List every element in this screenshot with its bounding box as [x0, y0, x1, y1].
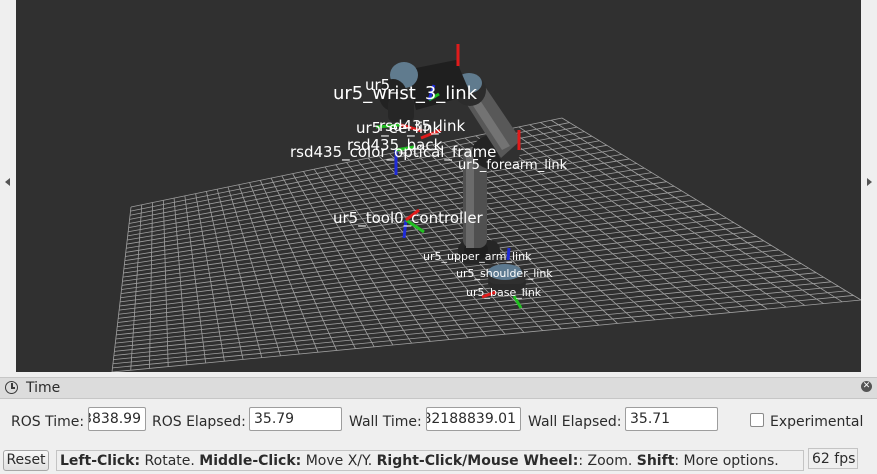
ros-time-label: ROS Time:	[11, 414, 85, 430]
help-middle-click-action: Move X/Y.	[301, 453, 377, 469]
help-left-click-action: Rotate.	[140, 453, 200, 469]
frame-label: ur5_tool0_controller	[333, 209, 483, 227]
experimental-checkbox[interactable]	[750, 413, 764, 427]
wall-elapsed-label: Wall Elapsed:	[528, 414, 622, 430]
help-right-click-action: : Zoom.	[578, 453, 637, 469]
time-panel-header: Time ✕	[0, 377, 877, 399]
help-right-click-key: Right-Click/Mouse Wheel:	[376, 453, 579, 469]
fps-indicator: 62 fps	[808, 448, 858, 469]
frame-label: ur5_forearm_link	[458, 158, 568, 173]
frame-label: ur5_ee_link	[356, 119, 442, 137]
wall-time-label: Wall Time:	[349, 414, 422, 430]
arrow-right-icon[interactable]	[867, 178, 872, 186]
frame-label: ur5_shoulder_link	[456, 267, 553, 280]
scene-graphics	[111, 44, 861, 372]
grid-line	[561, 117, 861, 301]
frame-label: ur5_upper_arm_link	[423, 250, 532, 263]
frame-label: ur5_base_link	[466, 286, 542, 299]
close-icon[interactable]: ✕	[861, 381, 872, 392]
frame-label: ur5_wrist_3_link	[333, 83, 478, 104]
experimental-label: Experimental	[770, 414, 864, 430]
clock-icon	[5, 381, 18, 394]
ros-elapsed-field[interactable]: 35.79	[249, 407, 342, 431]
frame-label: ur5_	[365, 76, 398, 94]
arrow-left-icon[interactable]	[5, 178, 10, 186]
help-middle-click-key: Middle-Click:	[199, 453, 302, 469]
wall-time-field[interactable]: 82188839.01	[426, 407, 521, 431]
mouse-help-text: Left-Click: Rotate. Middle-Click: Move X…	[56, 450, 804, 471]
reset-button[interactable]: Reset	[3, 450, 49, 471]
left-dock-collapse[interactable]	[0, 0, 16, 372]
ros-time-field[interactable]: 3838.99	[88, 407, 146, 431]
ros-elapsed-label: ROS Elapsed:	[152, 414, 246, 430]
status-bar: Reset Left-Click: Rotate. Middle-Click: …	[0, 446, 877, 474]
time-panel-title: Time	[26, 380, 61, 396]
time-panel: Time ✕ ROS Time: 3838.99 ROS Elapsed: 35…	[0, 377, 877, 443]
right-dock-collapse[interactable]	[861, 0, 877, 372]
help-shift-action: : More options.	[674, 453, 779, 469]
wall-elapsed-field[interactable]: 35.71	[625, 407, 718, 431]
grid-line	[551, 119, 843, 303]
help-left-click-key: Left-Click:	[60, 453, 141, 469]
help-shift-key: Shift	[636, 453, 675, 469]
grid-line	[114, 272, 817, 348]
3d-render-viewport[interactable]: ur5_wrist_3_link ur5_ rsd435_link ur5_ee…	[16, 0, 861, 372]
